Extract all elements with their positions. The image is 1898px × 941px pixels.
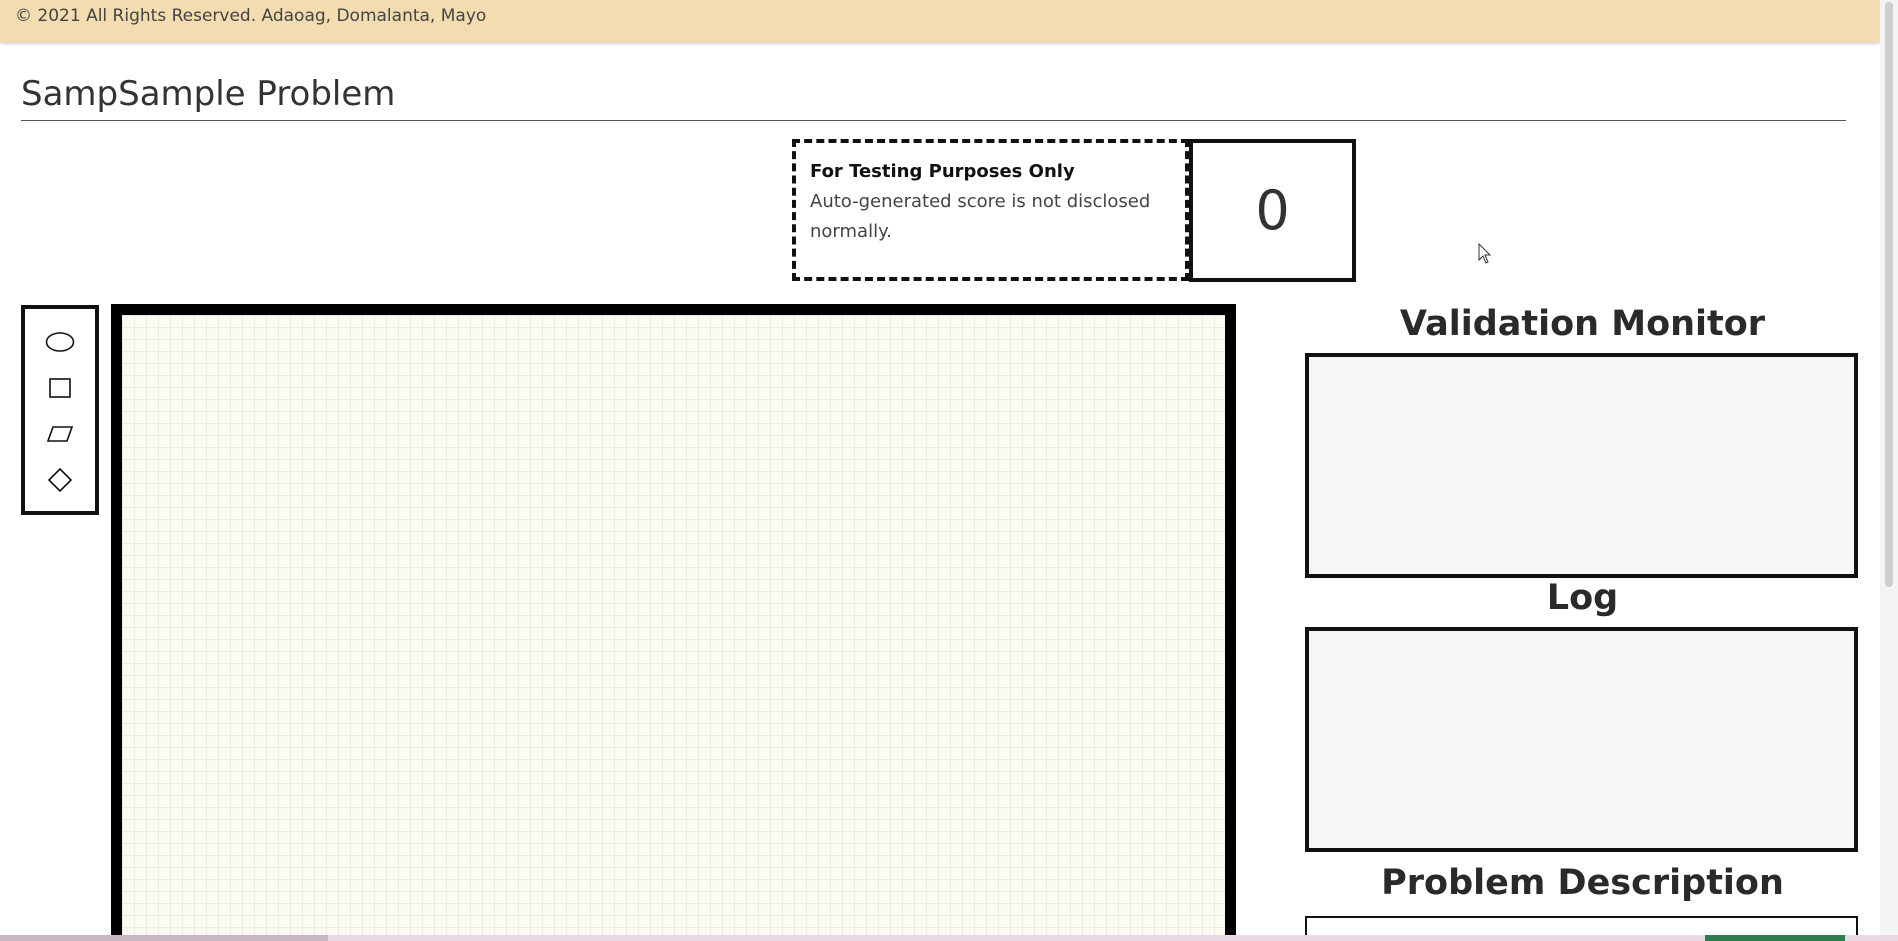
- copyright-text: © 2021 All Rights Reserved. Adaoag, Doma…: [15, 6, 487, 26]
- log-panel: [1305, 627, 1858, 852]
- page-title: SampSample Problem: [21, 74, 396, 114]
- parallelogram-tool[interactable]: [44, 418, 76, 450]
- score-display: 0: [1189, 139, 1356, 282]
- log-title: Log: [1546, 578, 1619, 618]
- rectangle-tool[interactable]: [44, 372, 76, 404]
- ellipse-tool[interactable]: [44, 326, 76, 358]
- score-value: 0: [1255, 179, 1290, 242]
- taskbar-indicator: [1705, 935, 1845, 941]
- validation-monitor-panel: [1305, 353, 1858, 578]
- rectangle-icon: [49, 378, 71, 398]
- validation-monitor-title: Validation Monitor: [1399, 304, 1766, 344]
- drawing-canvas[interactable]: [111, 304, 1236, 941]
- horizontal-scroll-thumb[interactable]: [0, 935, 328, 941]
- diamond-tool[interactable]: [44, 464, 76, 496]
- app-page: © 2021 All Rights Reserved. Adaoag, Doma…: [0, 0, 1898, 941]
- problem-description-title: Problem Description: [1381, 863, 1784, 903]
- shape-toolbar: [21, 305, 99, 515]
- vertical-scroll-thumb[interactable]: [1885, 2, 1893, 587]
- testing-notice-body: Auto-generated score is not disclosed no…: [810, 191, 1151, 242]
- testing-notice-heading: For Testing Purposes Only: [810, 161, 1075, 182]
- testing-notice: For Testing Purposes Only Auto-generated…: [792, 139, 1189, 281]
- copyright-bar: © 2021 All Rights Reserved. Adaoag, Doma…: [0, 0, 1880, 42]
- title-divider: [21, 120, 1846, 121]
- ellipse-icon: [45, 332, 75, 352]
- parallelogram-icon: [46, 426, 74, 442]
- diamond-icon: [47, 467, 73, 493]
- mouse-cursor-icon: [1478, 243, 1492, 264]
